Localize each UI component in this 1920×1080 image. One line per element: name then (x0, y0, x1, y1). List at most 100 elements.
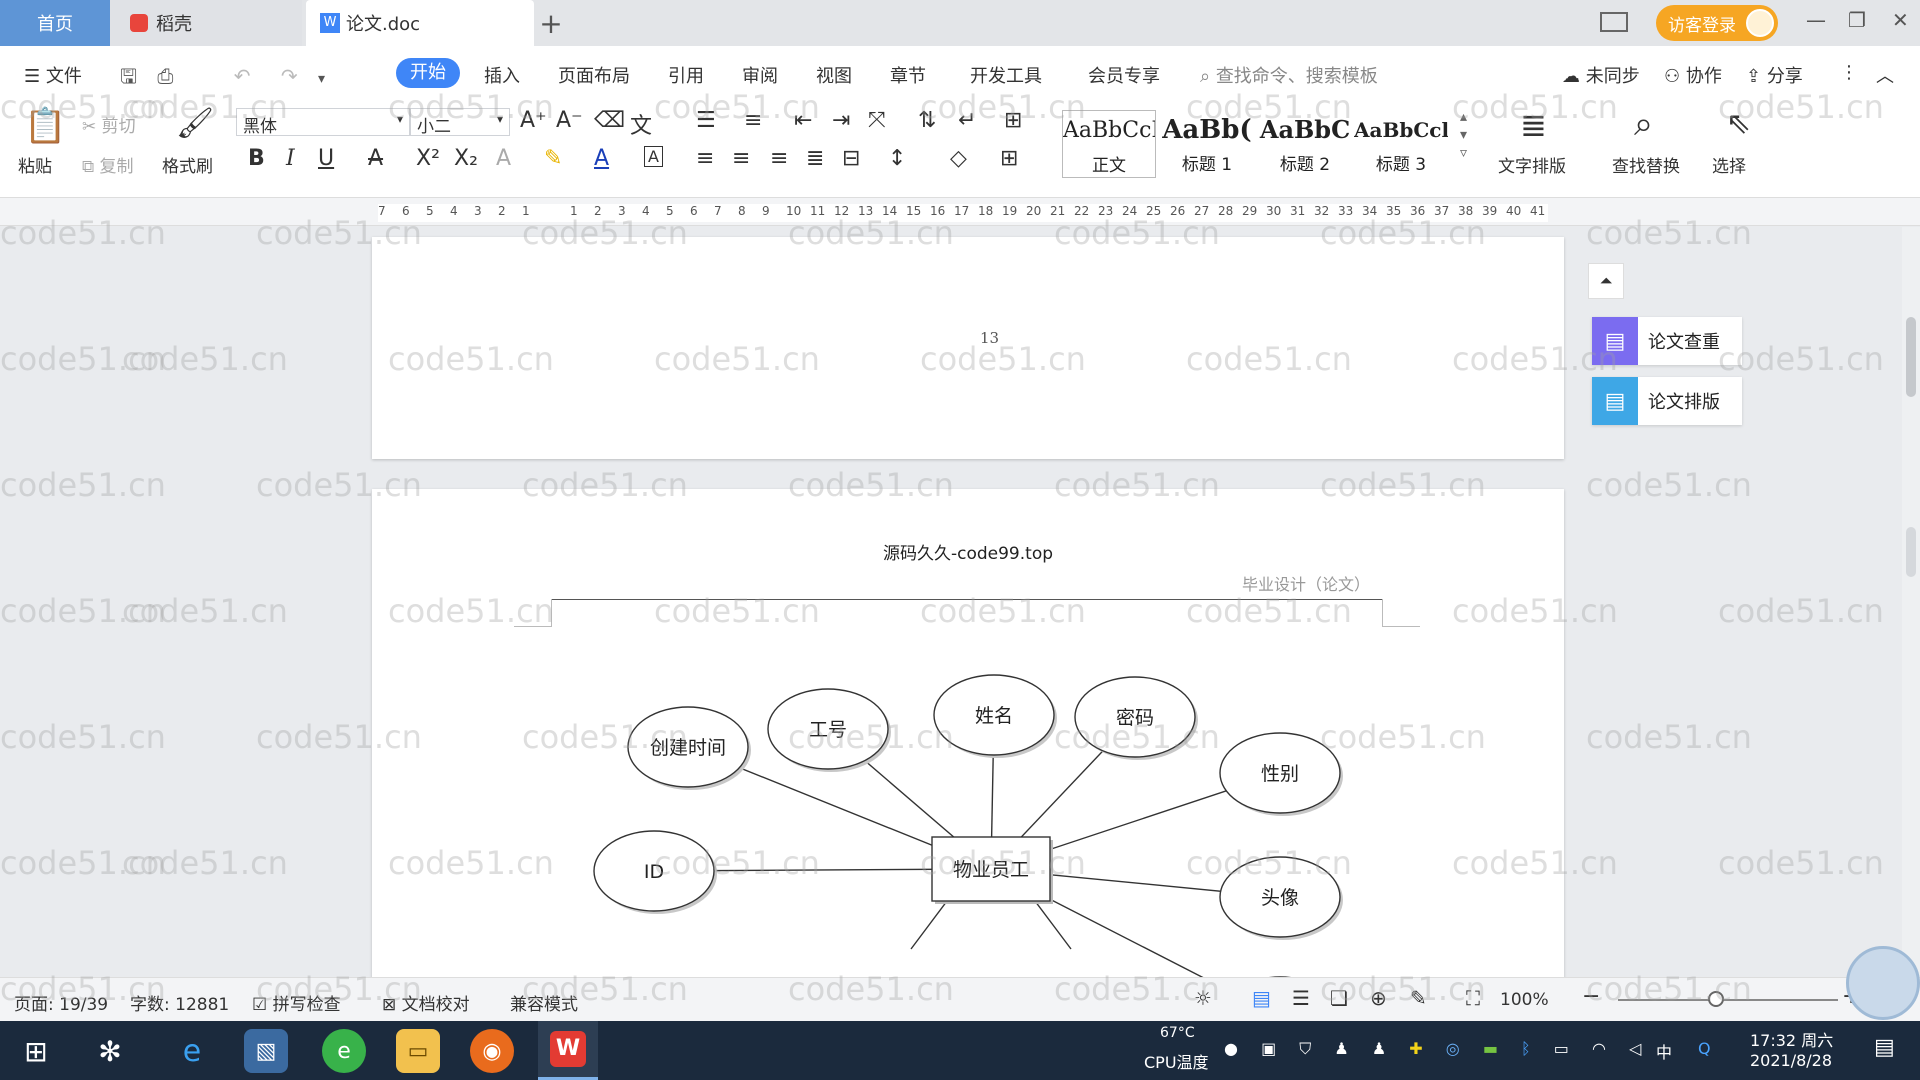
read-view-icon[interactable]: ❏ (1330, 986, 1348, 1010)
show-marks-icon[interactable]: ↵ (958, 108, 976, 133)
thesis-check-button[interactable]: ▤ 论文查重 (1592, 317, 1742, 365)
collapse-panel-icon[interactable]: ⏶ (1588, 263, 1624, 299)
bold-icon[interactable]: B (248, 146, 265, 171)
paste-icon[interactable]: 📋 (24, 106, 66, 146)
eraser-icon[interactable]: ⌫ (594, 108, 625, 133)
select-button[interactable]: 选择 (1712, 152, 1746, 177)
format-painter-button[interactable]: 格式刷 (162, 152, 213, 177)
style-normal[interactable]: AaBbCcI 正文 (1062, 110, 1156, 178)
bullet-list-icon[interactable]: ☰ (696, 108, 716, 133)
wifi-icon[interactable]: ◠ (1592, 1039, 1606, 1058)
align-left-icon[interactable]: ≡ (696, 146, 714, 171)
line-spacing-icon[interactable]: ↕ (888, 146, 906, 171)
paste-button[interactable]: 粘贴 (18, 152, 52, 177)
cut-button[interactable]: ✂ 剪切 (82, 112, 136, 137)
table-icon[interactable]: ⊞ (1004, 108, 1022, 133)
underline-icon[interactable]: U (318, 146, 334, 171)
windows-start-icon[interactable]: ⊞ (14, 1029, 58, 1073)
page-view-icon[interactable]: ▤ (1252, 986, 1271, 1010)
menu-start[interactable]: 开始 (396, 58, 460, 88)
outline-view-icon[interactable]: ☰ (1292, 986, 1310, 1010)
collapse-ribbon-icon[interactable]: ︿ (1876, 62, 1894, 88)
sort-icon[interactable]: ⇅ (918, 108, 936, 133)
bluetooth-icon[interactable]: ᛒ (1521, 1039, 1531, 1058)
zoom-slider-handle[interactable] (1708, 991, 1724, 1007)
menu-member[interactable]: 会员专享 (1088, 62, 1160, 88)
tray-app-icon[interactable]: ▣ (1261, 1039, 1276, 1058)
penguin-icon[interactable]: ♟ (1334, 1039, 1348, 1058)
menu-view[interactable]: 视图 (816, 62, 852, 88)
menu-file[interactable]: ☰ 文件 (24, 62, 82, 88)
cursor-icon[interactable]: ⇖ (1726, 106, 1751, 141)
font-size-select[interactable]: 小二 ▾ (410, 108, 510, 137)
menu-insert[interactable]: 插入 (484, 62, 520, 88)
gpu-icon[interactable]: ▬ (1483, 1039, 1498, 1058)
zoom-out-icon[interactable]: − (1582, 984, 1600, 1009)
distribute-icon[interactable]: ⊟ (842, 146, 860, 171)
minimize-icon[interactable]: — (1806, 8, 1826, 32)
more-icon[interactable]: ⋮ (1840, 62, 1858, 83)
outdent-icon[interactable]: ⇤ (794, 108, 812, 133)
ie-icon[interactable]: e (170, 1029, 214, 1073)
menu-review[interactable]: 审阅 (742, 62, 778, 88)
find-replace-button[interactable]: 查找替换 (1612, 152, 1680, 177)
restore-icon[interactable]: ❐ (1848, 8, 1866, 32)
font-name-select[interactable]: 黑体 ▾ (236, 108, 410, 137)
battery-icon[interactable]: ▭ (1554, 1039, 1569, 1058)
notification-icon[interactable]: ▤ (1874, 1035, 1895, 1060)
thesis-layout-button[interactable]: ▤ 论文排版 (1592, 377, 1742, 425)
brush-icon[interactable]: 🖌 (176, 106, 214, 141)
subscript-icon[interactable]: X₂ (454, 146, 478, 171)
ruler[interactable]: 7 6 5 4 3 2 1 1 2 3 4 5 6 7 8 9 10 11 12 13 14 15 16 17 18 19 20 21… (0, 198, 1920, 226)
wps-taskbar-icon[interactable]: W (538, 1021, 598, 1080)
document-area[interactable]: 13 源码久久-code99.top 毕业设计（论文） 物业员工 工号 姓名 密码 性别… (0, 227, 1920, 977)
redo-icon[interactable]: ↷ (281, 64, 298, 88)
browser-360-icon[interactable]: e (322, 1029, 366, 1073)
spell-check-button[interactable]: ☑ 拼写检查 (252, 990, 341, 1015)
vertical-scrollbar[interactable] (1902, 227, 1920, 977)
new-tab-button[interactable]: + (538, 0, 564, 46)
style-heading-2[interactable]: AaBbC 标题 2 (1258, 110, 1352, 178)
justify-icon[interactable]: ≣ (806, 146, 824, 171)
login-button[interactable]: 访客登录 (1656, 5, 1778, 41)
tab-daoke[interactable]: 稻壳 (110, 0, 302, 46)
eye-protect-icon[interactable]: ☼ (1194, 986, 1212, 1010)
style-heading-1[interactable]: AaBb(标题 1 (1160, 110, 1254, 178)
menu-devtools[interactable]: 开发工具 (970, 62, 1042, 88)
scrollbar-thumb[interactable] (1906, 317, 1916, 397)
tray-app-icon[interactable]: ● (1224, 1039, 1238, 1058)
text-effect-icon[interactable]: A (496, 146, 511, 171)
volume-icon[interactable]: ◁ (1629, 1039, 1641, 1058)
strikethrough-icon[interactable]: A (368, 146, 383, 171)
share-button[interactable]: ⇪ 分享 (1746, 62, 1803, 88)
ime-indicator[interactable]: 中 (1656, 1039, 1672, 1063)
menu-page-layout[interactable]: 页面布局 (558, 62, 630, 88)
fan-app-icon[interactable]: ✻ (88, 1029, 132, 1073)
shading-icon[interactable]: ◇ (950, 146, 967, 171)
grow-font-icon[interactable]: A⁺ (520, 108, 547, 133)
sync-status[interactable]: ☁ 未同步 (1562, 62, 1640, 88)
text-layout-icon[interactable]: ≣ (1520, 106, 1547, 144)
zoom-slider[interactable] (1618, 999, 1838, 1001)
fit-page-icon[interactable]: ⛶ (1466, 986, 1480, 1010)
pen-icon[interactable]: ✎ (1410, 986, 1427, 1010)
highlight-icon[interactable]: ✎ (544, 146, 562, 171)
chinese-layout-icon[interactable]: ⤧ (868, 108, 886, 133)
undo-icon[interactable]: ↶ (234, 64, 251, 88)
collab-button[interactable]: ⚇ 协作 (1664, 62, 1722, 88)
tab-home[interactable]: 首页 (0, 0, 110, 46)
border-icon[interactable]: ⊞ (1000, 146, 1018, 171)
zoom-level[interactable]: 100% (1500, 990, 1549, 1010)
notepad-icon[interactable]: ▧ (244, 1029, 288, 1073)
print-icon[interactable]: ⎙ (157, 64, 173, 88)
chevron-down-icon[interactable]: ▾ (318, 71, 325, 87)
penguin-icon[interactable]: ♟ (1372, 1039, 1386, 1058)
web-view-icon[interactable]: ⊕ (1370, 986, 1387, 1010)
indent-icon[interactable]: ⇥ (832, 108, 850, 133)
align-center-icon[interactable]: ≡ (732, 146, 750, 171)
style-heading-3[interactable]: AaBbCcl 标题 3 (1354, 110, 1448, 178)
command-search[interactable]: ⌕ 查找命令、搜索模板 (1200, 62, 1378, 88)
page-indicator[interactable]: 页面: 19/39 (14, 990, 108, 1015)
italic-icon[interactable]: I (286, 146, 295, 171)
shrink-font-icon[interactable]: A⁻ (556, 108, 583, 133)
